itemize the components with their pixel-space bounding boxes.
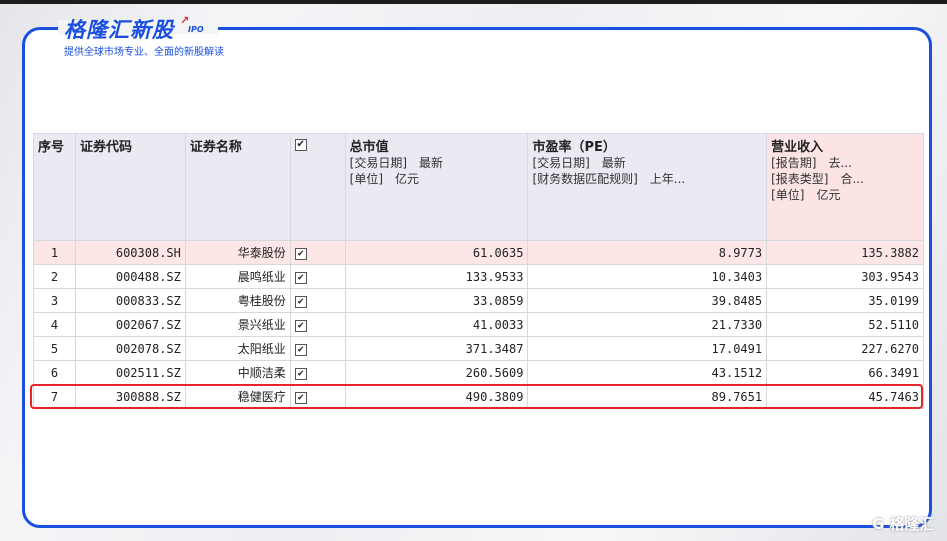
cell-code: 002067.SZ: [74, 312, 186, 337]
header-seq[interactable]: 序号: [33, 133, 76, 241]
cell-code: 000833.SZ: [74, 288, 186, 313]
table-row[interactable]: 4 002067.SZ 景兴纸业 ✔ 41.0033 21.7330 52.51…: [33, 312, 924, 337]
header-revenue[interactable]: 营业收入 [报告期] 去... [报表类型] 合... [单位] 亿元: [766, 133, 924, 241]
cell-mcap: 260.5609: [344, 360, 529, 385]
header-code[interactable]: 证券代码: [74, 133, 186, 241]
cell-mcap: 133.9533: [344, 264, 529, 289]
cell-code: 002078.SZ: [74, 336, 186, 361]
cell-revenue: 52.5110: [766, 312, 924, 337]
row-checkbox[interactable]: ✔: [294, 320, 307, 332]
header-mcap[interactable]: 总市值 [交易日期] 最新 [单位] 亿元: [344, 133, 529, 241]
cell-seq: 2: [33, 264, 76, 289]
brand-tag: IPO: [188, 25, 204, 34]
row-checkbox[interactable]: ✔: [294, 272, 307, 284]
header-param: [交易日期] 最新: [532, 156, 626, 170]
header-param: [单位] 亿元: [771, 188, 841, 202]
header-param: [单位] 亿元: [349, 172, 420, 186]
header-pe[interactable]: 市盈率（PE） [交易日期] 最新 [财务数据匹配规则] 上年...: [527, 133, 768, 241]
brand-subtitle: 提供全球市场专业、全面的新股解读: [64, 47, 224, 58]
logo-g-icon: G: [872, 515, 885, 533]
watermark: G 格隆汇: [872, 513, 935, 534]
header-param: [财务数据匹配规则] 上年...: [532, 172, 686, 186]
cell-code: 600308.SH: [74, 240, 186, 265]
cell-mcap: 371.3487: [344, 336, 529, 361]
row-checkbox[interactable]: ✔: [294, 296, 307, 308]
header-title: 总市值: [349, 140, 389, 155]
cell-seq: 6: [33, 360, 76, 385]
table-row[interactable]: 3 000833.SZ 粤桂股份 ✔ 33.0859 39.8485 35.01…: [33, 288, 924, 313]
cell-pe: 43.1512: [527, 360, 768, 385]
cell-name: 太阳纸业: [184, 336, 291, 361]
cell-pe: 39.8485: [527, 288, 768, 313]
cell-pe: 10.3403: [527, 264, 768, 289]
cell-revenue: 303.9543: [766, 264, 924, 289]
cell-checkbox[interactable]: ✔: [289, 312, 346, 337]
table-row[interactable]: 5 002078.SZ 太阳纸业 ✔ 371.3487 17.0491 227.…: [33, 336, 924, 361]
table-row[interactable]: 6 002511.SZ 中顺洁柔 ✔ 260.5609 43.1512 66.3…: [33, 360, 924, 385]
header-param: [交易日期] 最新: [349, 156, 444, 170]
row-checkbox[interactable]: ✔: [294, 368, 307, 380]
header-title: 营业收入: [771, 140, 824, 155]
cell-seq: 5: [33, 336, 76, 361]
cell-revenue: 227.6270: [766, 336, 924, 361]
header-name[interactable]: 证券名称: [184, 133, 291, 241]
cell-checkbox[interactable]: ✔: [289, 240, 346, 265]
cell-pe: 17.0491: [527, 336, 768, 361]
top-bar: [0, 0, 947, 4]
select-all-checkbox[interactable]: ✔: [294, 139, 307, 151]
cell-checkbox[interactable]: ✔: [289, 336, 346, 361]
cell-name: 华泰股份: [184, 240, 291, 265]
brand-logo: 格隆汇新股: [64, 18, 174, 42]
cell-code: 002511.SZ: [74, 360, 186, 385]
cell-name: 景兴纸业: [184, 312, 291, 337]
row-checkbox[interactable]: ✔: [294, 344, 307, 356]
cell-checkbox[interactable]: ✔: [289, 264, 346, 289]
cell-mcap: 61.0635: [344, 240, 529, 265]
row-checkbox[interactable]: ✔: [294, 248, 307, 260]
cell-revenue: 35.0199: [766, 288, 924, 313]
cell-name: 中顺洁柔: [184, 360, 291, 385]
cell-seq: 3: [33, 288, 76, 313]
cell-seq: 4: [33, 312, 76, 337]
cell-checkbox[interactable]: ✔: [289, 360, 346, 385]
cell-revenue: 66.3491: [766, 360, 924, 385]
cell-seq: 1: [33, 240, 76, 265]
highlight-box: [30, 384, 923, 409]
header-param: [报告期] 去...: [771, 156, 852, 170]
cell-revenue: 135.3882: [766, 240, 924, 265]
watermark-text: 格隆汇: [889, 515, 935, 533]
table-row[interactable]: 2 000488.SZ 晨鸣纸业 ✔ 133.9533 10.3403 303.…: [33, 264, 924, 289]
cell-code: 000488.SZ: [74, 264, 186, 289]
cell-mcap: 33.0859: [344, 288, 529, 313]
header-title: 市盈率（PE）: [532, 140, 616, 155]
stock-table: 序号 证券代码 证券名称 ✔ 总市值 [交易日期] 最新 [单位] 亿元 市盈率（P…: [33, 133, 924, 409]
cell-pe: 21.7330: [527, 312, 768, 337]
header-checkbox[interactable]: ✔: [289, 133, 346, 241]
cell-mcap: 41.0033: [344, 312, 529, 337]
cell-checkbox[interactable]: ✔: [289, 288, 346, 313]
header-param: [报表类型] 合...: [771, 172, 864, 186]
cell-name: 粤桂股份: [184, 288, 291, 313]
table-row[interactable]: 1 600308.SH 华泰股份 ✔ 61.0635 8.9773 135.38…: [33, 240, 924, 265]
cell-pe: 8.9773: [527, 240, 768, 265]
cell-name: 晨鸣纸业: [184, 264, 291, 289]
